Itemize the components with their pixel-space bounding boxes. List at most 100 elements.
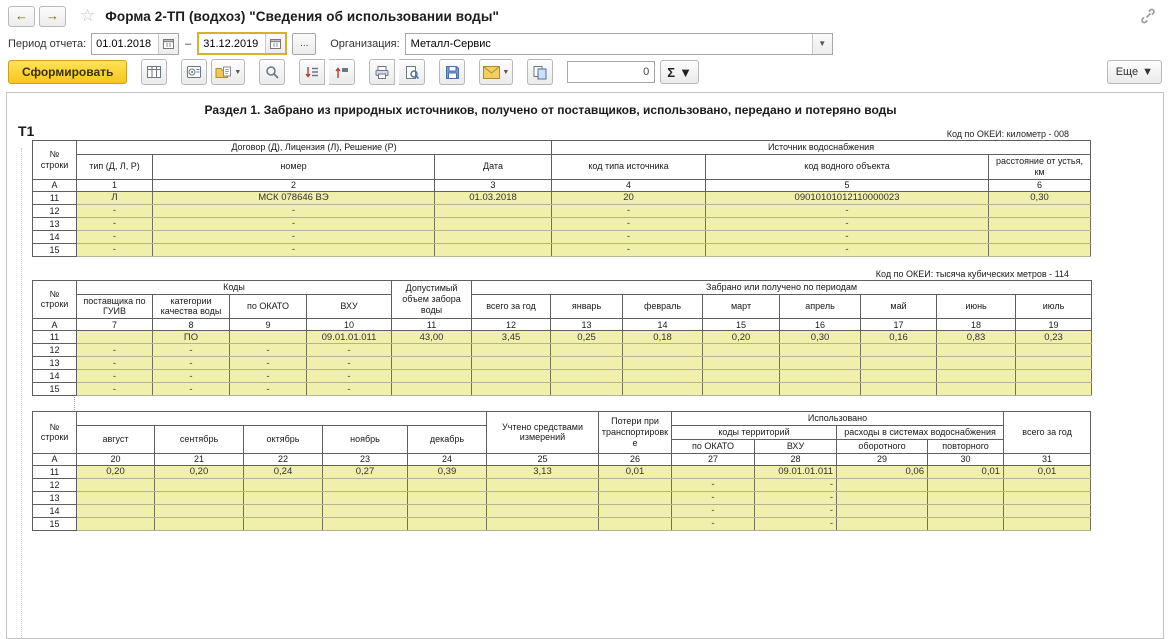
data-cell[interactable]: - bbox=[551, 203, 707, 218]
data-cell[interactable]: - bbox=[76, 356, 153, 371]
data-cell[interactable] bbox=[154, 477, 244, 492]
data-cell[interactable]: - bbox=[76, 242, 153, 257]
data-cell[interactable]: - bbox=[152, 343, 230, 358]
data-cell[interactable]: 0,01 bbox=[1003, 464, 1092, 479]
data-cell[interactable] bbox=[598, 477, 672, 492]
data-cell[interactable]: - bbox=[754, 503, 837, 518]
data-cell[interactable] bbox=[860, 343, 938, 358]
data-cell[interactable] bbox=[154, 490, 244, 505]
data-cell[interactable] bbox=[76, 477, 155, 492]
data-cell[interactable] bbox=[486, 503, 599, 518]
row-number-cell[interactable]: 11 bbox=[32, 190, 77, 205]
data-cell[interactable] bbox=[243, 477, 323, 492]
generate-button[interactable]: Сформировать bbox=[8, 60, 128, 84]
data-cell[interactable]: 20 bbox=[76, 452, 155, 466]
data-cell[interactable]: 5 bbox=[705, 178, 990, 192]
data-cell[interactable]: 3,45 bbox=[471, 330, 552, 345]
data-cell[interactable]: 20 bbox=[551, 190, 707, 205]
data-cell[interactable] bbox=[702, 343, 781, 358]
data-cell[interactable] bbox=[598, 503, 672, 518]
data-cell[interactable]: 26 bbox=[598, 452, 672, 466]
data-cell[interactable] bbox=[471, 369, 552, 384]
data-cell[interactable]: - bbox=[152, 203, 435, 218]
link-icon[interactable] bbox=[1140, 8, 1156, 24]
data-cell[interactable] bbox=[836, 477, 928, 492]
data-cell[interactable] bbox=[322, 503, 408, 518]
data-cell[interactable] bbox=[550, 382, 624, 397]
data-cell[interactable]: 0,01 bbox=[598, 464, 672, 479]
data-cell[interactable] bbox=[433, 229, 553, 244]
data-cell[interactable]: - bbox=[705, 242, 990, 257]
data-cell[interactable]: 0,23 bbox=[1015, 330, 1093, 345]
data-cell[interactable]: ПО bbox=[152, 330, 230, 345]
data-cell[interactable] bbox=[486, 477, 599, 492]
data-cell[interactable] bbox=[836, 516, 928, 531]
row-number-cell[interactable]: 11 bbox=[32, 330, 77, 345]
row-number-cell[interactable]: А bbox=[32, 178, 77, 192]
data-cell[interactable]: - bbox=[76, 203, 153, 218]
data-cell[interactable] bbox=[243, 490, 323, 505]
data-cell[interactable] bbox=[926, 490, 1005, 505]
data-cell[interactable]: 23 bbox=[322, 452, 408, 466]
search-button[interactable] bbox=[259, 59, 286, 85]
data-cell[interactable]: - bbox=[152, 229, 435, 244]
period-to-input[interactable] bbox=[199, 34, 266, 53]
data-cell[interactable] bbox=[926, 516, 1005, 531]
data-cell[interactable]: 6 bbox=[988, 178, 1092, 192]
back-button[interactable]: ← bbox=[8, 5, 35, 27]
data-cell[interactable] bbox=[433, 216, 553, 231]
data-cell[interactable] bbox=[936, 356, 1017, 371]
data-cell[interactable] bbox=[1003, 477, 1092, 492]
data-cell[interactable]: Л bbox=[76, 190, 153, 205]
data-cell[interactable] bbox=[926, 477, 1005, 492]
data-cell[interactable] bbox=[860, 356, 938, 371]
data-cell[interactable]: 13 bbox=[550, 318, 624, 332]
data-cell[interactable]: 31 bbox=[1003, 452, 1092, 466]
data-cell[interactable] bbox=[988, 203, 1092, 218]
data-cell[interactable]: - bbox=[754, 477, 837, 492]
data-cell[interactable]: - bbox=[671, 477, 755, 492]
row-number-cell[interactable]: 15 bbox=[32, 382, 77, 397]
data-cell[interactable]: 09.01.01.011 bbox=[754, 464, 837, 479]
data-cell[interactable]: 16 bbox=[779, 318, 862, 332]
data-cell[interactable]: 09010101012110000023 bbox=[705, 190, 990, 205]
data-cell[interactable] bbox=[779, 369, 862, 384]
data-cell[interactable]: 15 bbox=[702, 318, 781, 332]
data-cell[interactable] bbox=[76, 490, 155, 505]
data-cell[interactable]: 14 bbox=[622, 318, 704, 332]
data-cell[interactable] bbox=[936, 343, 1017, 358]
data-cell[interactable]: - bbox=[305, 343, 393, 358]
data-cell[interactable]: 1 bbox=[76, 178, 153, 192]
data-cell[interactable] bbox=[936, 382, 1017, 397]
data-cell[interactable]: - bbox=[551, 229, 707, 244]
data-cell[interactable] bbox=[702, 369, 781, 384]
data-cell[interactable] bbox=[622, 382, 704, 397]
data-cell[interactable] bbox=[486, 516, 599, 531]
row-number-cell[interactable]: А bbox=[32, 318, 77, 332]
data-cell[interactable] bbox=[550, 343, 624, 358]
data-cell[interactable]: 4 bbox=[551, 178, 707, 192]
copy-button[interactable] bbox=[527, 59, 554, 85]
data-cell[interactable]: 0,27 bbox=[322, 464, 408, 479]
row-number-cell[interactable]: 12 bbox=[32, 343, 77, 358]
save-button[interactable] bbox=[439, 59, 466, 85]
period-from-input[interactable] bbox=[92, 33, 159, 54]
row-number-cell[interactable]: 12 bbox=[32, 477, 77, 492]
collapse-groups-button[interactable] bbox=[329, 59, 356, 85]
data-cell[interactable]: 0,83 bbox=[936, 330, 1017, 345]
data-cell[interactable] bbox=[702, 382, 781, 397]
data-cell[interactable] bbox=[779, 382, 862, 397]
data-cell[interactable]: - bbox=[76, 343, 153, 358]
period-to-calendar-button[interactable] bbox=[265, 34, 286, 53]
data-cell[interactable]: 0,30 bbox=[988, 190, 1092, 205]
data-cell[interactable] bbox=[322, 516, 408, 531]
data-cell[interactable] bbox=[860, 382, 938, 397]
data-cell[interactable] bbox=[471, 356, 552, 371]
data-cell[interactable]: 27 bbox=[671, 452, 755, 466]
data-cell[interactable] bbox=[550, 369, 624, 384]
row-number-cell[interactable]: 13 bbox=[32, 490, 77, 505]
data-cell[interactable]: 0,20 bbox=[154, 464, 244, 479]
row-number-cell[interactable]: 15 bbox=[32, 242, 77, 257]
data-cell[interactable]: 0,18 bbox=[622, 330, 704, 345]
data-cell[interactable]: 8 bbox=[152, 318, 230, 332]
